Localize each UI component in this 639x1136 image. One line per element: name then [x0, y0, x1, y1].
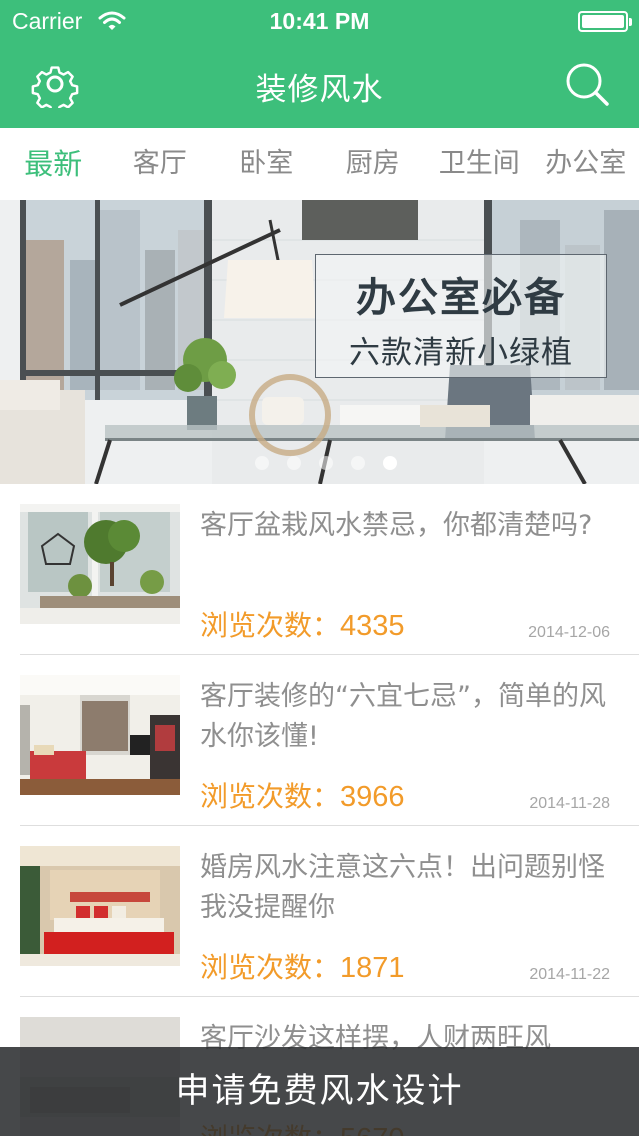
- apply-free-design-button[interactable]: 申请免费风水设计: [0, 1047, 639, 1136]
- list-item[interactable]: 客厅装修的“六宜七忌”，简单的风水你该懂! 浏览次数：3966 2014-11-…: [0, 655, 639, 826]
- article-thumbnail: [20, 675, 180, 795]
- view-count: 浏览次数：1871: [200, 946, 405, 986]
- view-count: 浏览次数：4335: [200, 604, 405, 644]
- article-date: 2014-12-06: [528, 624, 610, 641]
- banner-subtitle: 六款清新小绿植: [349, 335, 573, 371]
- status-bar: Carrier 10:41 PM: [0, 0, 639, 42]
- view-count-label: 浏览次数：: [200, 609, 341, 642]
- tab-living-room[interactable]: 客厅: [107, 128, 214, 200]
- category-tabs: 最新 客厅 卧室 厨房 卫生间 办公室: [0, 128, 639, 200]
- banner-title: 办公室必备: [356, 275, 566, 321]
- article-title: 客厅装修的“六宜七忌”，简单的风水你该懂!: [200, 681, 606, 752]
- carousel-dot[interactable]: [350, 456, 365, 470]
- view-count-value: 1871: [340, 952, 405, 984]
- view-count-value: 4335: [340, 610, 405, 642]
- carousel-indicator: [0, 456, 639, 472]
- article-date: 2014-11-22: [529, 966, 610, 983]
- tab-bathroom[interactable]: 卫生间: [426, 128, 533, 200]
- article-title: 客厅盆栽风水禁忌，你都清楚吗?: [200, 510, 593, 541]
- article-thumbnail: [20, 504, 180, 624]
- article-thumbnail: [20, 846, 180, 966]
- carousel-dot[interactable]: [254, 456, 269, 470]
- view-count-label: 浏览次数：: [200, 951, 341, 984]
- article-date: 2014-11-28: [529, 795, 610, 812]
- banner-caption: 办公室必备 六款清新小绿植: [315, 254, 607, 378]
- banner-carousel[interactable]: 办公室必备 六款清新小绿植: [0, 200, 639, 484]
- tab-latest[interactable]: 最新: [0, 128, 107, 200]
- tab-kitchen[interactable]: 厨房: [320, 128, 427, 200]
- view-count-value: 3966: [340, 781, 405, 813]
- battery-icon: [578, 11, 632, 32]
- carousel-dot[interactable]: [318, 456, 333, 470]
- search-icon: [564, 61, 610, 111]
- tab-bedroom[interactable]: 卧室: [213, 128, 320, 200]
- status-time: 10:41 PM: [269, 8, 370, 34]
- list-item[interactable]: 客厅盆栽风水禁忌，你都清楚吗? 浏览次数：4335 2014-12-06: [0, 484, 639, 655]
- view-count-label: 浏览次数：: [200, 780, 341, 813]
- search-button[interactable]: [561, 60, 613, 112]
- tab-office[interactable]: 办公室: [533, 128, 639, 200]
- carousel-dot-active[interactable]: [382, 456, 397, 470]
- list-item[interactable]: 婚房风水注意这六点！出问题别怪我没提醒你 浏览次数：1871 2014-11-2…: [0, 826, 639, 997]
- app-header: Carrier 10:41 PM 装修风水: [0, 0, 639, 128]
- view-count: 浏览次数：3966: [200, 775, 405, 815]
- article-title: 婚房风水注意这六点！出问题别怪我没提醒你: [200, 852, 605, 923]
- page-title: 装修风水: [255, 72, 384, 108]
- carousel-dot[interactable]: [286, 456, 301, 470]
